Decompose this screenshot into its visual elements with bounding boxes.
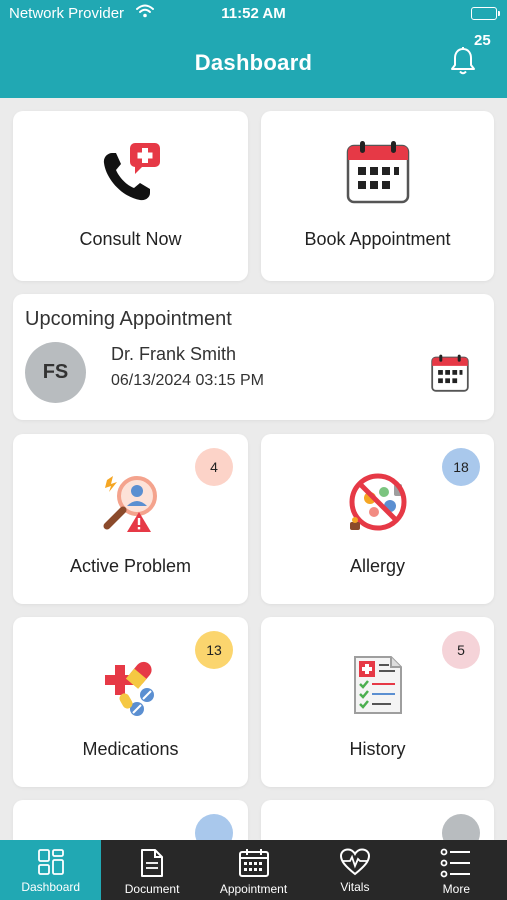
- tab-label: Document: [124, 882, 180, 896]
- book-appointment-label: Book Appointment: [304, 229, 451, 249]
- history-card[interactable]: 5 History: [261, 617, 494, 787]
- calendar-icon: [261, 140, 494, 204]
- tile-card-partial[interactable]: [13, 800, 248, 840]
- tab-more[interactable]: More: [406, 840, 507, 900]
- avatar: FS: [25, 342, 86, 403]
- tab-bar: Dashboard Document Appointment Vitals Mo…: [0, 840, 507, 900]
- count-badge: [195, 814, 233, 840]
- consult-now-card[interactable]: Consult Now: [13, 111, 248, 281]
- battery-icon: [471, 7, 500, 20]
- list-icon: [440, 848, 471, 878]
- medications-label: Medications: [82, 739, 179, 759]
- medications-card[interactable]: 13 Medications: [13, 617, 248, 787]
- clock: 11:52 AM: [221, 5, 286, 22]
- no-allergen-icon: [261, 470, 494, 534]
- allergy-card[interactable]: 18 Allergy: [261, 434, 494, 604]
- book-appointment-card[interactable]: Book Appointment: [261, 111, 494, 281]
- page-title: Dashboard: [194, 50, 313, 75]
- allergy-label: Allergy: [349, 556, 406, 576]
- tab-appointment[interactable]: Appointment: [203, 840, 304, 900]
- tab-document[interactable]: Document: [101, 840, 202, 900]
- history-label: History: [349, 739, 406, 759]
- tab-vitals[interactable]: Vitals: [304, 840, 405, 900]
- upcoming-appointment-card[interactable]: Upcoming Appointment FS Dr. Frank Smith …: [13, 294, 494, 420]
- medical-record-icon: [261, 653, 494, 717]
- active-problem-label: Active Problem: [69, 556, 192, 576]
- tab-label: More: [442, 882, 470, 896]
- status-bar: Network Provider 11:52 AM: [0, 0, 507, 28]
- doctor-name: Dr. Frank Smith: [111, 344, 237, 364]
- active-problem-card[interactable]: 4 Active Problem: [13, 434, 248, 604]
- calendar-icon[interactable]: [431, 354, 469, 397]
- tile-card-partial[interactable]: [261, 800, 494, 840]
- tab-label: Appointment: [219, 882, 288, 896]
- notification-count: 25: [474, 32, 491, 49]
- tab-label: Dashboard: [21, 880, 81, 894]
- diagnosis-magnifier-icon: [13, 470, 248, 534]
- heart-pulse-icon: [339, 848, 370, 876]
- upcoming-appointment-title: Upcoming Appointment: [25, 308, 232, 330]
- tab-dashboard[interactable]: Dashboard: [0, 840, 102, 900]
- tab-label: Vitals: [340, 880, 370, 894]
- document-icon: [141, 849, 164, 877]
- phone-medical-icon: [13, 141, 248, 205]
- appointment-datetime: 06/13/2024 03:15 PM: [111, 372, 265, 389]
- app-header: Network Provider 11:52 AM Dashboard 25: [0, 0, 507, 98]
- dashboard-grid-icon: [37, 849, 64, 875]
- count-badge: [442, 814, 480, 840]
- pills-icon: [13, 653, 248, 717]
- calendar-icon: [238, 849, 269, 877]
- bell-icon[interactable]: [449, 46, 477, 81]
- consult-now-label: Consult Now: [79, 229, 182, 249]
